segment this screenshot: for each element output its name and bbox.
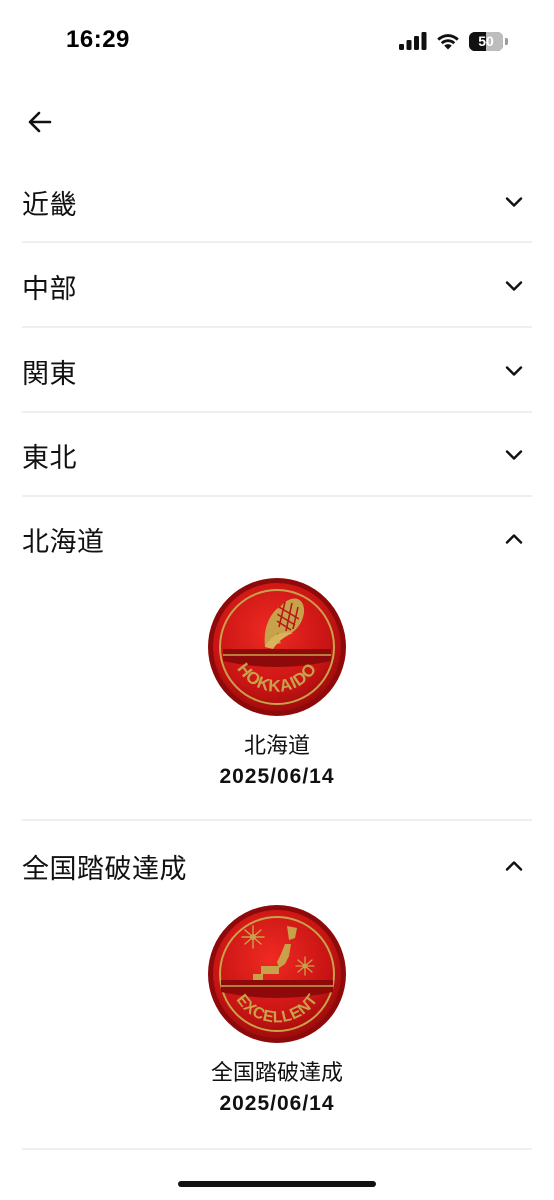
status-time: 16:29: [66, 26, 130, 53]
cellular-signal-icon: [399, 32, 427, 50]
status-icons: 50: [399, 30, 508, 52]
chevron-down-icon: [505, 450, 523, 460]
badge-date: 2025/06/14: [219, 1092, 335, 1115]
region-section-nationwide: 全国踏破達成 EXCELLENT 全国踏破達成 2025/06/14: [22, 824, 532, 1150]
region-header-kinki[interactable]: 近畿: [22, 160, 532, 244]
status-bar: 16:29 50: [0, 0, 554, 80]
chevron-up-icon: [505, 534, 523, 544]
region-header-chubu[interactable]: 中部: [22, 244, 532, 328]
chevron-down-icon: [505, 197, 523, 207]
wifi-icon: [437, 33, 459, 49]
arrow-left-icon: [28, 111, 52, 133]
hokkaido-badge: HOKKAIDO: [208, 578, 346, 716]
region-title: 近畿: [22, 189, 77, 221]
region-title: 東北: [22, 442, 77, 474]
battery-indicator: 50: [469, 31, 503, 51]
home-indicator[interactable]: [178, 1181, 376, 1187]
region-section-kanto: 関東: [22, 329, 532, 413]
region-header-tohoku[interactable]: 東北: [22, 413, 532, 497]
badge-item-hokkaido[interactable]: HOKKAIDO 北海道 2025/06/14: [22, 577, 532, 791]
region-title: 全国踏破達成: [22, 853, 187, 885]
chevron-down-icon: [505, 366, 523, 376]
region-section-kinki: 近畿: [22, 160, 532, 244]
region-section-chubu: 中部: [22, 244, 532, 328]
region-title: 中部: [22, 273, 77, 305]
region-section-hokkaido: 北海道 HOKKAIDO 北海道 2025/06/14: [22, 497, 532, 821]
badge-date: 2025/06/14: [219, 765, 335, 788]
back-button[interactable]: [22, 104, 58, 140]
region-title: 関東: [22, 358, 77, 390]
divider: [22, 326, 532, 328]
region-header-kanto[interactable]: 関東: [22, 329, 532, 413]
badge-item-nationwide[interactable]: EXCELLENT 全国踏破達成 2025/06/14: [22, 904, 532, 1118]
excellent-badge: EXCELLENT: [208, 905, 346, 1043]
divider: [22, 241, 532, 243]
region-section-tohoku: 東北: [22, 413, 532, 497]
chevron-down-icon: [505, 281, 523, 291]
battery-level-text: 50: [478, 32, 494, 49]
divider: [22, 1148, 532, 1150]
region-header-nationwide[interactable]: 全国踏破達成: [22, 824, 532, 908]
region-title: 北海道: [22, 526, 105, 558]
chevron-up-icon: [505, 861, 523, 871]
region-header-hokkaido[interactable]: 北海道: [22, 497, 532, 581]
badge-name: 全国踏破達成: [210, 1061, 343, 1086]
battery-nub: [505, 37, 508, 45]
badge-name: 北海道: [243, 734, 310, 759]
divider: [22, 819, 532, 821]
